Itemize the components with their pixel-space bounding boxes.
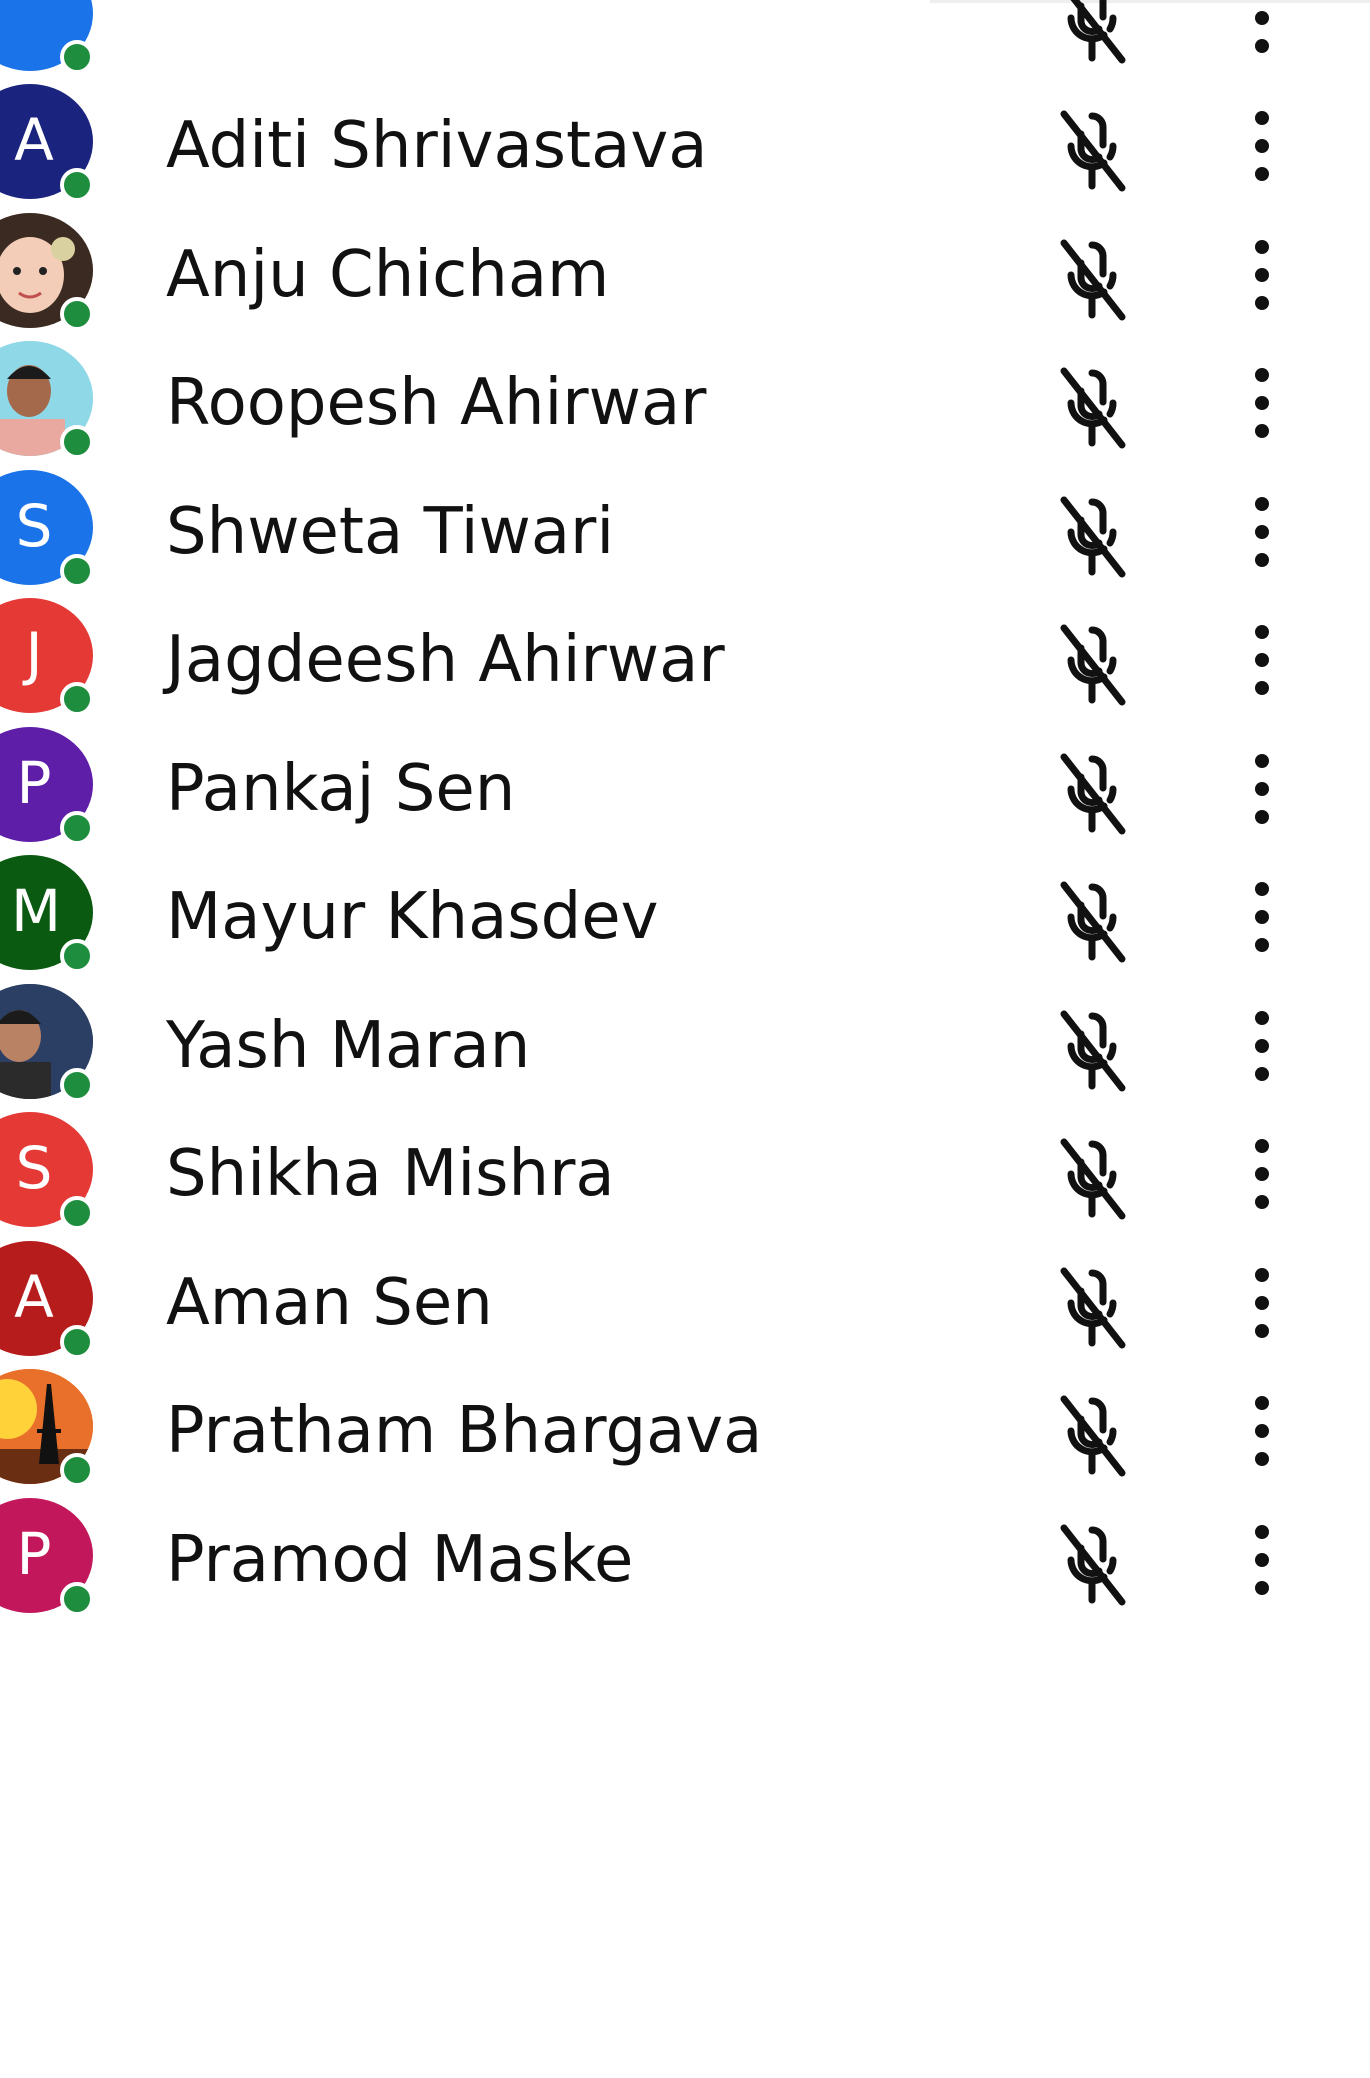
more-vert-icon[interactable]	[1240, 1124, 1284, 1224]
participant-name: Jagdeesh Ahirwar	[166, 623, 725, 697]
mic-off-icon[interactable]	[1052, 749, 1132, 839]
mic-off-icon[interactable]	[1052, 1391, 1132, 1481]
more-vert-icon[interactable]	[1240, 739, 1284, 839]
participant-name: Shweta Tiwari	[166, 494, 615, 569]
mic-off-icon[interactable]	[1052, 877, 1132, 967]
participant-name: Roopesh Ahirwar	[166, 366, 707, 440]
participant-name: Aditi Shrivastava	[166, 109, 708, 183]
participant-name: Mayur Khasdev	[166, 880, 659, 954]
more-vert-icon[interactable]	[1240, 867, 1284, 967]
more-vert-icon[interactable]	[1240, 353, 1284, 453]
avatar-initial: S	[15, 491, 53, 560]
mic-off-icon[interactable]	[1052, 492, 1132, 582]
participant-list: A Aditi Shrivastava Anju Chicham Roopesh…	[0, 0, 1370, 2078]
avatar-initial: A	[14, 1262, 54, 1331]
more-vert-icon[interactable]	[1240, 996, 1284, 1096]
participant-name: Pratham Bhargava	[166, 1394, 763, 1468]
mic-off-icon[interactable]	[1052, 1134, 1132, 1224]
more-vert-icon[interactable]	[1240, 1510, 1284, 1610]
more-vert-icon[interactable]	[1240, 610, 1284, 710]
avatar-initial: M	[11, 877, 62, 945]
more-vert-icon[interactable]	[1240, 96, 1284, 196]
mic-off-icon[interactable]	[1052, 620, 1132, 710]
avatar-initial: J	[25, 620, 43, 688]
participant-name: Anju Chicham	[166, 237, 610, 312]
mic-off-icon[interactable]	[1052, 235, 1132, 325]
participant-row[interactable]: P Pramod Maske	[0, 1470, 1370, 1640]
participant-name: Aman Sen	[166, 1265, 493, 1340]
more-vert-icon[interactable]	[1240, 1381, 1284, 1481]
participant-name: Pramod Maske	[166, 1522, 634, 1597]
avatar-initial: P	[16, 748, 52, 817]
mic-off-icon[interactable]	[1052, 1006, 1132, 1096]
mic-off-icon[interactable]	[1052, 1263, 1132, 1353]
more-vert-icon[interactable]	[1240, 482, 1284, 582]
participant-name: Yash Maran	[166, 1008, 531, 1083]
avatar-initial: S	[15, 1134, 53, 1202]
mic-off-icon[interactable]	[1052, 363, 1132, 453]
more-vert-icon[interactable]	[1240, 1253, 1284, 1353]
online-status-dot	[60, 1581, 94, 1616]
more-vert-icon[interactable]	[1240, 225, 1284, 325]
avatar-initial: A	[14, 106, 54, 174]
participant-name: Shikha Mishra	[166, 1137, 615, 1211]
mic-off-icon[interactable]	[1052, 1520, 1132, 1610]
participant-name: Pankaj Sen	[166, 751, 516, 826]
avatar-initial: P	[16, 1519, 52, 1588]
mic-off-icon[interactable]	[1052, 106, 1132, 196]
